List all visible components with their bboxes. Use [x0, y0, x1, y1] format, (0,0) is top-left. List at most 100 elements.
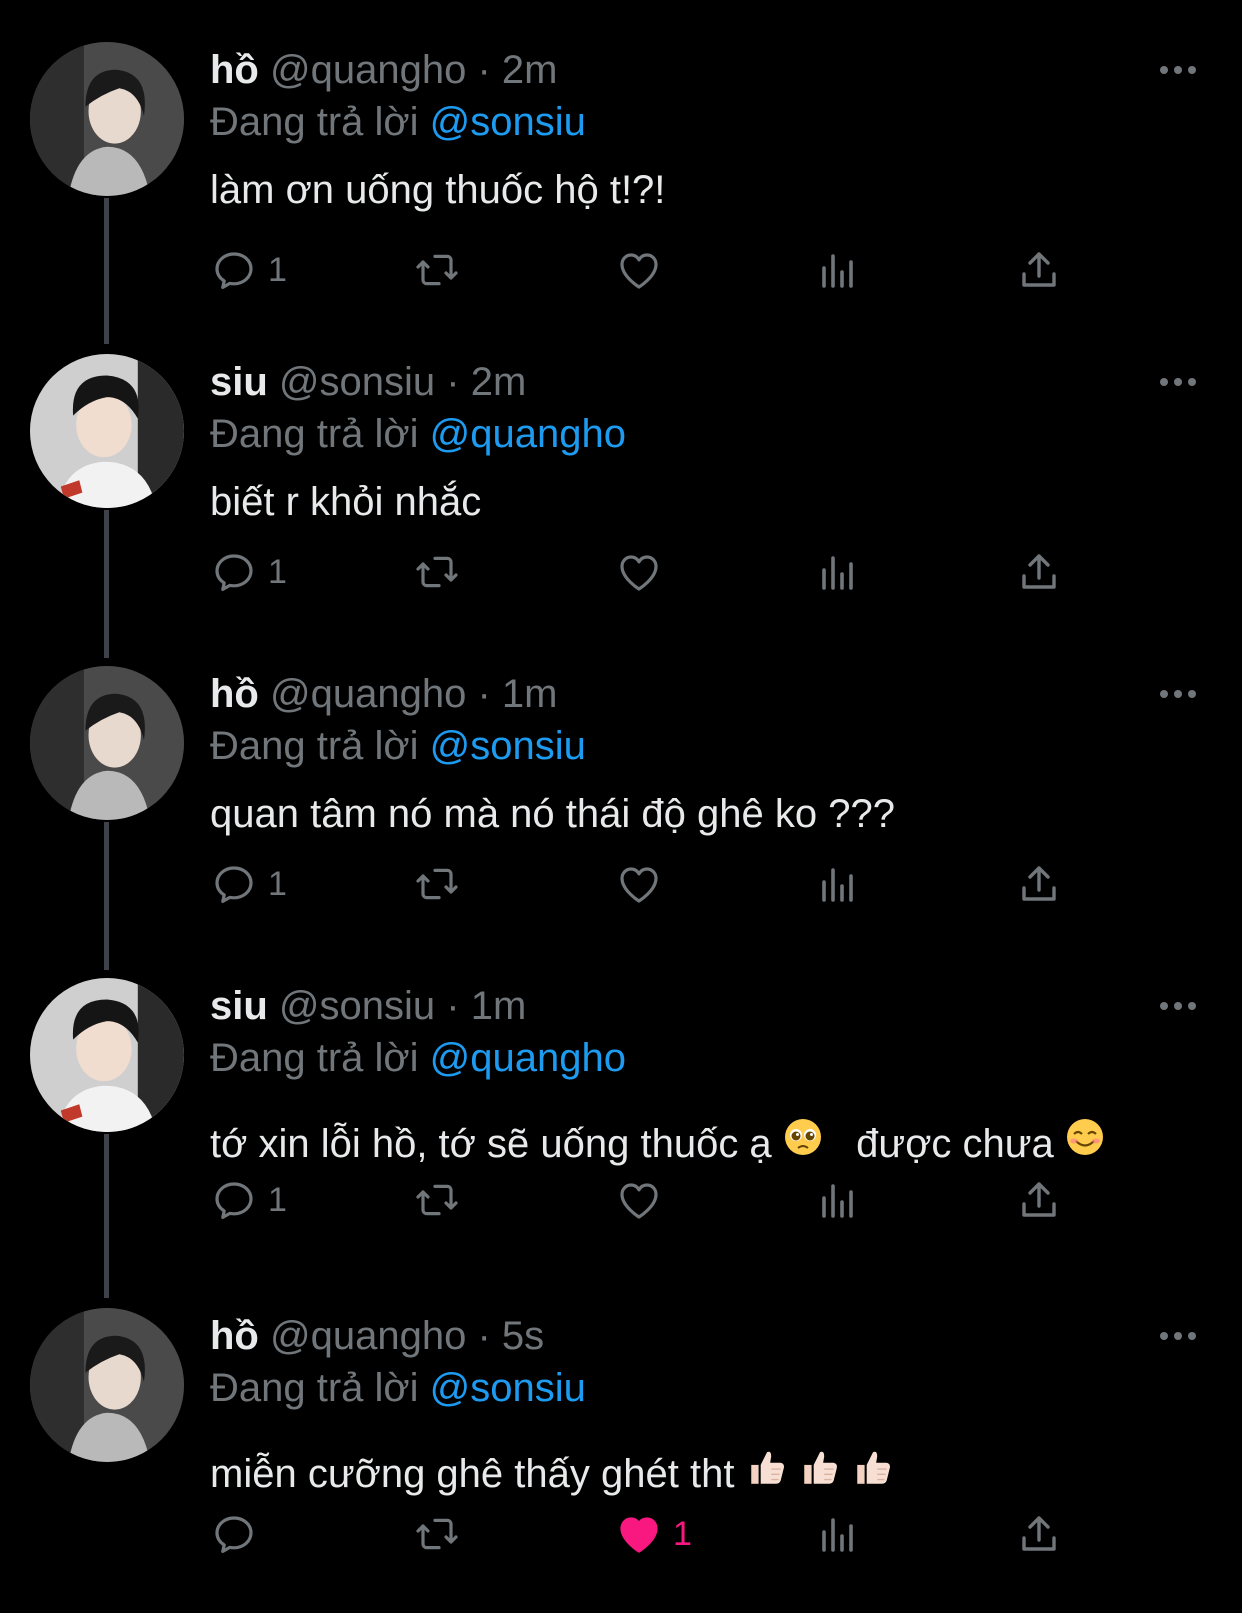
tweet-header: siu @sonsiu · 1m: [210, 982, 526, 1030]
more-icon[interactable]: [1158, 998, 1198, 1014]
timestamp[interactable]: 2m: [471, 360, 527, 404]
mention-link[interactable]: @sonsiu: [430, 724, 586, 768]
separator-dot: ·: [477, 1314, 491, 1358]
handle[interactable]: @sonsiu: [279, 360, 435, 404]
views-chart-icon: [822, 1184, 853, 1218]
views-button[interactable]: [814, 544, 862, 600]
avatar[interactable]: [30, 978, 184, 1132]
retweet-button[interactable]: [413, 1172, 461, 1228]
avatar[interactable]: [30, 42, 184, 196]
share-icon: [1022, 866, 1056, 901]
timestamp[interactable]: 1m: [471, 984, 527, 1028]
thumbs-up-emoji: [799, 1446, 841, 1499]
more-icon[interactable]: [1158, 62, 1198, 78]
handle[interactable]: @quangho: [270, 48, 466, 92]
display-name[interactable]: siu: [210, 360, 268, 404]
tweet-text-part: miễn cưỡng ghê thấy ghét tht: [210, 1452, 735, 1497]
retweet-button[interactable]: [413, 242, 461, 298]
avatar-sonsiu-image: [30, 354, 184, 508]
like-button[interactable]: [615, 242, 673, 298]
display-name[interactable]: siu: [210, 984, 268, 1028]
reply-icon: [215, 1516, 253, 1553]
thread-line: [104, 1134, 109, 1298]
share-button[interactable]: [1015, 856, 1063, 912]
avatar[interactable]: [30, 1308, 184, 1462]
views-button[interactable]: [814, 242, 862, 298]
reply-button[interactable]: 1: [210, 856, 287, 912]
heart-icon: [620, 555, 658, 591]
timestamp[interactable]: 2m: [502, 48, 558, 92]
tweet-header: hồ @quangho · 1m: [210, 670, 557, 718]
avatar[interactable]: [30, 666, 184, 820]
reply-count: 1: [268, 1180, 287, 1219]
display-name[interactable]: hồ: [210, 1314, 259, 1358]
views-chart-icon: [822, 556, 853, 590]
retweet-icon: [416, 556, 458, 588]
retweet-button[interactable]: [413, 544, 461, 600]
tweet-header: hồ @quangho · 5s: [210, 1312, 544, 1360]
more-icon[interactable]: [1158, 374, 1198, 390]
retweet-button[interactable]: [413, 856, 461, 912]
views-chart-icon: [822, 868, 853, 902]
reply-button[interactable]: 1: [210, 1172, 287, 1228]
timestamp[interactable]: 1m: [502, 672, 558, 716]
share-button[interactable]: [1015, 1506, 1063, 1562]
views-button[interactable]: [814, 1506, 862, 1562]
views-button[interactable]: [814, 1172, 862, 1228]
share-button[interactable]: [1015, 242, 1063, 298]
mention-link[interactable]: @sonsiu: [430, 100, 586, 144]
reply-button[interactable]: 1: [210, 242, 287, 298]
tweet-text-part: tớ xin lỗi hồ, tớ sẽ uống thuốc ạ: [210, 1122, 772, 1166]
tweet-text: biết r khỏi nhắc: [210, 480, 482, 524]
separator-dot: ·: [477, 672, 491, 716]
handle[interactable]: @quangho: [270, 1314, 466, 1358]
tweet-text-part: được chưa: [833, 1122, 1054, 1166]
avatar-quangho-image: [30, 666, 184, 820]
mention-link[interactable]: @quangho: [430, 412, 626, 456]
reply-button[interactable]: [210, 1506, 268, 1562]
replying-label: Đang trả lời: [210, 724, 419, 768]
separator-dot: ·: [446, 984, 460, 1028]
reply-icon: [215, 554, 253, 591]
views-button[interactable]: [814, 856, 862, 912]
timestamp[interactable]: 5s: [502, 1314, 544, 1358]
reply-count: 1: [268, 552, 287, 591]
share-icon: [1022, 1516, 1056, 1551]
retweet-icon: [416, 254, 458, 286]
like-button[interactable]: [615, 856, 673, 912]
display-name[interactable]: hồ: [210, 48, 259, 92]
separator-dot: ·: [477, 48, 491, 92]
replying-label: Đang trả lời: [210, 412, 419, 456]
like-button[interactable]: 1: [615, 1506, 692, 1562]
retweet-button[interactable]: [413, 1506, 461, 1562]
heart-icon: [620, 1183, 658, 1219]
mention-link[interactable]: @quangho: [430, 1036, 626, 1080]
replying-label: Đang trả lời: [210, 100, 419, 144]
tweet-text: quan tâm nó mà nó thái độ ghê ko ???: [210, 792, 895, 836]
share-button[interactable]: [1015, 1172, 1063, 1228]
mention-link[interactable]: @sonsiu: [430, 1366, 586, 1410]
tweet-header: hồ @quangho · 2m: [210, 46, 557, 94]
thread-line: [104, 198, 109, 344]
smiling-face-emoji: [1065, 1117, 1105, 1168]
replying-to: Đang trả lời @sonsiu: [210, 722, 586, 770]
replying-to: Đang trả lời @sonsiu: [210, 98, 586, 146]
avatar[interactable]: [30, 354, 184, 508]
handle[interactable]: @sonsiu: [279, 984, 435, 1028]
replying-to: Đang trả lời @sonsiu: [210, 1364, 586, 1412]
share-icon: [1022, 554, 1056, 589]
reply-button[interactable]: 1: [210, 544, 287, 600]
reply-icon: [215, 1182, 253, 1219]
handle[interactable]: @quangho: [270, 672, 466, 716]
share-button[interactable]: [1015, 544, 1063, 600]
avatar-quangho-image: [30, 1308, 184, 1462]
retweet-icon: [416, 1518, 458, 1550]
thumbs-up-emoji: [746, 1446, 788, 1499]
more-icon[interactable]: [1158, 686, 1198, 702]
replying-label: Đang trả lời: [210, 1036, 419, 1080]
display-name[interactable]: hồ: [210, 672, 259, 716]
like-button[interactable]: [615, 1172, 673, 1228]
like-button[interactable]: [615, 544, 673, 600]
tweet-header: siu @sonsiu · 2m: [210, 358, 526, 406]
more-icon[interactable]: [1158, 1328, 1198, 1344]
